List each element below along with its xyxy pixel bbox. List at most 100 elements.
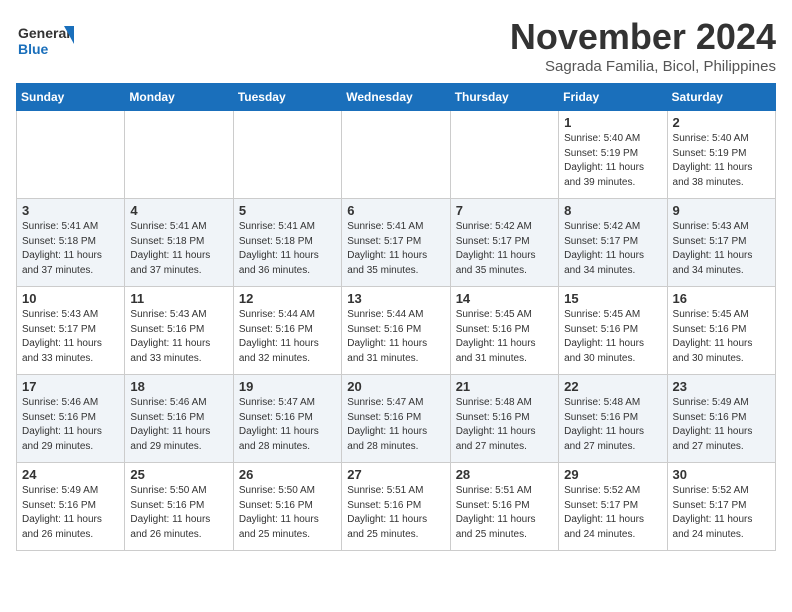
cell-info: Sunrise: 5:43 AM Sunset: 5:17 PM Dayligh… bbox=[22, 308, 119, 366]
calendar-cell: 16 Sunrise: 5:45 AM Sunset: 5:16 PM Dayli… bbox=[667, 287, 775, 375]
calendar-cell: 4 Sunrise: 5:41 AM Sunset: 5:18 PM Daylig… bbox=[125, 199, 233, 287]
calendar-cell bbox=[17, 111, 125, 199]
calendar-cell: 9 Sunrise: 5:43 AM Sunset: 5:17 PM Daylig… bbox=[667, 199, 775, 287]
calendar-cell: 5Sunrise: 5:41 AM Sunset: 5:18 PM Daylig… bbox=[233, 199, 341, 287]
day-number: 21 bbox=[456, 379, 553, 394]
calendar-cell: 11 Sunrise: 5:43 AM Sunset: 5:16 PM Dayli… bbox=[125, 287, 233, 375]
day-header-thursday: Thursday bbox=[450, 84, 558, 111]
calendar-cell: 21Sunrise: 5:48 AM Sunset: 5:16 PM Dayli… bbox=[450, 375, 558, 463]
day-number: 12 bbox=[239, 291, 336, 306]
calendar-cell: 8 Sunrise: 5:42 AM Sunset: 5:17 PM Daylig… bbox=[559, 199, 667, 287]
cell-info: Sunrise: 5:46 AM Sunset: 5:16 PM Dayligh… bbox=[130, 396, 227, 454]
cell-info: Sunrise: 5:46 AM Sunset: 5:16 PM Dayligh… bbox=[22, 396, 119, 454]
day-header-saturday: Saturday bbox=[667, 84, 775, 111]
month-title: November 2024 bbox=[510, 16, 776, 58]
calendar-cell: 28Sunrise: 5:51 AM Sunset: 5:16 PM Dayli… bbox=[450, 463, 558, 551]
svg-text:Blue: Blue bbox=[18, 41, 49, 57]
title-block: November 2024 Sagrada Familia, Bicol, Ph… bbox=[510, 16, 776, 75]
cell-info: Sunrise: 5:45 AM Sunset: 5:16 PM Dayligh… bbox=[456, 308, 553, 366]
cell-info: Sunrise: 5:47 AM Sunset: 5:16 PM Dayligh… bbox=[347, 396, 444, 454]
calendar-cell: 7 Sunrise: 5:42 AM Sunset: 5:17 PM Daylig… bbox=[450, 199, 558, 287]
day-number: 27 bbox=[347, 467, 444, 482]
calendar-cell bbox=[450, 111, 558, 199]
cell-info: Sunrise: 5:45 AM Sunset: 5:16 PM Dayligh… bbox=[673, 308, 770, 366]
day-number: 11 bbox=[130, 291, 227, 306]
calendar-table: SundayMondayTuesdayWednesdayThursdayFrid… bbox=[16, 83, 776, 551]
day-number: 2 bbox=[673, 115, 770, 130]
calendar-cell: 15 Sunrise: 5:45 AM Sunset: 5:16 PM Dayli… bbox=[559, 287, 667, 375]
day-number: 22 bbox=[564, 379, 661, 394]
calendar-cell: 1 Sunrise: 5:40 AM Sunset: 5:19 PM Daylig… bbox=[559, 111, 667, 199]
calendar-cell: 24Sunrise: 5:49 AM Sunset: 5:16 PM Dayli… bbox=[17, 463, 125, 551]
cell-info: Sunrise: 5:47 AM Sunset: 5:16 PM Dayligh… bbox=[239, 396, 336, 454]
day-number: 20 bbox=[347, 379, 444, 394]
calendar-cell bbox=[125, 111, 233, 199]
calendar-cell: 27 Sunrise: 5:51 AM Sunset: 5:16 PM Dayli… bbox=[342, 463, 450, 551]
cell-info: Sunrise: 5:52 AM Sunset: 5:17 PM Dayligh… bbox=[673, 484, 770, 542]
cell-info: Sunrise: 5:45 AM Sunset: 5:16 PM Dayligh… bbox=[564, 308, 661, 366]
day-number: 19 bbox=[239, 379, 336, 394]
logo-icon: General Blue bbox=[16, 16, 76, 66]
location-subtitle: Sagrada Familia, Bicol, Philippines bbox=[510, 58, 776, 75]
calendar-cell: 17 Sunrise: 5:46 AM Sunset: 5:16 PM Dayli… bbox=[17, 375, 125, 463]
cell-info: Sunrise: 5:41 AM Sunset: 5:18 PM Dayligh… bbox=[239, 220, 336, 278]
day-number: 17 bbox=[22, 379, 119, 394]
day-number: 29 bbox=[564, 467, 661, 482]
logo: General Blue bbox=[16, 16, 76, 66]
cell-info: Sunrise: 5:44 AM Sunset: 5:16 PM Dayligh… bbox=[239, 308, 336, 366]
cell-info: Sunrise: 5:49 AM Sunset: 5:16 PM Dayligh… bbox=[673, 396, 770, 454]
day-number: 25 bbox=[130, 467, 227, 482]
calendar-cell: 14 Sunrise: 5:45 AM Sunset: 5:16 PM Dayli… bbox=[450, 287, 558, 375]
day-header-monday: Monday bbox=[125, 84, 233, 111]
cell-info: Sunrise: 5:41 AM Sunset: 5:18 PM Dayligh… bbox=[130, 220, 227, 278]
day-number: 15 bbox=[564, 291, 661, 306]
cell-info: Sunrise: 5:44 AM Sunset: 5:16 PM Dayligh… bbox=[347, 308, 444, 366]
cell-info: Sunrise: 5:41 AM Sunset: 5:18 PM Dayligh… bbox=[22, 220, 119, 278]
day-number: 10 bbox=[22, 291, 119, 306]
cell-info: Sunrise: 5:40 AM Sunset: 5:19 PM Dayligh… bbox=[564, 132, 661, 190]
day-number: 7 bbox=[456, 203, 553, 218]
day-number: 16 bbox=[673, 291, 770, 306]
day-number: 24 bbox=[22, 467, 119, 482]
calendar-cell: 19 Sunrise: 5:47 AM Sunset: 5:16 PM Dayli… bbox=[233, 375, 341, 463]
cell-info: Sunrise: 5:40 AM Sunset: 5:19 PM Dayligh… bbox=[673, 132, 770, 190]
calendar-cell bbox=[342, 111, 450, 199]
day-number: 23 bbox=[673, 379, 770, 394]
cell-info: Sunrise: 5:50 AM Sunset: 5:16 PM Dayligh… bbox=[239, 484, 336, 542]
cell-info: Sunrise: 5:52 AM Sunset: 5:17 PM Dayligh… bbox=[564, 484, 661, 542]
day-header-friday: Friday bbox=[559, 84, 667, 111]
cell-info: Sunrise: 5:48 AM Sunset: 5:16 PM Dayligh… bbox=[564, 396, 661, 454]
cell-info: Sunrise: 5:43 AM Sunset: 5:16 PM Dayligh… bbox=[130, 308, 227, 366]
day-number: 30 bbox=[673, 467, 770, 482]
calendar-cell: 26Sunrise: 5:50 AM Sunset: 5:16 PM Dayli… bbox=[233, 463, 341, 551]
calendar-week-5: 24Sunrise: 5:49 AM Sunset: 5:16 PM Dayli… bbox=[17, 463, 776, 551]
day-number: 1 bbox=[564, 115, 661, 130]
calendar-cell: 23 Sunrise: 5:49 AM Sunset: 5:16 PM Dayli… bbox=[667, 375, 775, 463]
calendar-cell bbox=[233, 111, 341, 199]
calendar-cell: 25 Sunrise: 5:50 AM Sunset: 5:16 PM Dayli… bbox=[125, 463, 233, 551]
calendar-cell: 10 Sunrise: 5:43 AM Sunset: 5:17 PM Dayli… bbox=[17, 287, 125, 375]
calendar-week-2: 3Sunrise: 5:41 AM Sunset: 5:18 PM Daylig… bbox=[17, 199, 776, 287]
calendar-week-1: 1 Sunrise: 5:40 AM Sunset: 5:19 PM Daylig… bbox=[17, 111, 776, 199]
calendar-cell: 2 Sunrise: 5:40 AM Sunset: 5:19 PM Daylig… bbox=[667, 111, 775, 199]
day-number: 9 bbox=[673, 203, 770, 218]
cell-info: Sunrise: 5:41 AM Sunset: 5:17 PM Dayligh… bbox=[347, 220, 444, 278]
calendar-week-4: 17 Sunrise: 5:46 AM Sunset: 5:16 PM Dayli… bbox=[17, 375, 776, 463]
day-number: 14 bbox=[456, 291, 553, 306]
calendar-body: 1 Sunrise: 5:40 AM Sunset: 5:19 PM Daylig… bbox=[17, 111, 776, 551]
calendar-cell: 13 Sunrise: 5:44 AM Sunset: 5:16 PM Dayli… bbox=[342, 287, 450, 375]
day-header-sunday: Sunday bbox=[17, 84, 125, 111]
calendar-cell: 22 Sunrise: 5:48 AM Sunset: 5:16 PM Dayli… bbox=[559, 375, 667, 463]
calendar-cell: 30 Sunrise: 5:52 AM Sunset: 5:17 PM Dayli… bbox=[667, 463, 775, 551]
cell-info: Sunrise: 5:51 AM Sunset: 5:16 PM Dayligh… bbox=[347, 484, 444, 542]
cell-info: Sunrise: 5:42 AM Sunset: 5:17 PM Dayligh… bbox=[456, 220, 553, 278]
day-number: 4 bbox=[130, 203, 227, 218]
day-number: 13 bbox=[347, 291, 444, 306]
cell-info: Sunrise: 5:50 AM Sunset: 5:16 PM Dayligh… bbox=[130, 484, 227, 542]
cell-info: Sunrise: 5:42 AM Sunset: 5:17 PM Dayligh… bbox=[564, 220, 661, 278]
calendar-week-3: 10 Sunrise: 5:43 AM Sunset: 5:17 PM Dayli… bbox=[17, 287, 776, 375]
calendar-header: SundayMondayTuesdayWednesdayThursdayFrid… bbox=[17, 84, 776, 111]
day-number: 8 bbox=[564, 203, 661, 218]
calendar-cell: 12 Sunrise: 5:44 AM Sunset: 5:16 PM Dayli… bbox=[233, 287, 341, 375]
cell-info: Sunrise: 5:43 AM Sunset: 5:17 PM Dayligh… bbox=[673, 220, 770, 278]
